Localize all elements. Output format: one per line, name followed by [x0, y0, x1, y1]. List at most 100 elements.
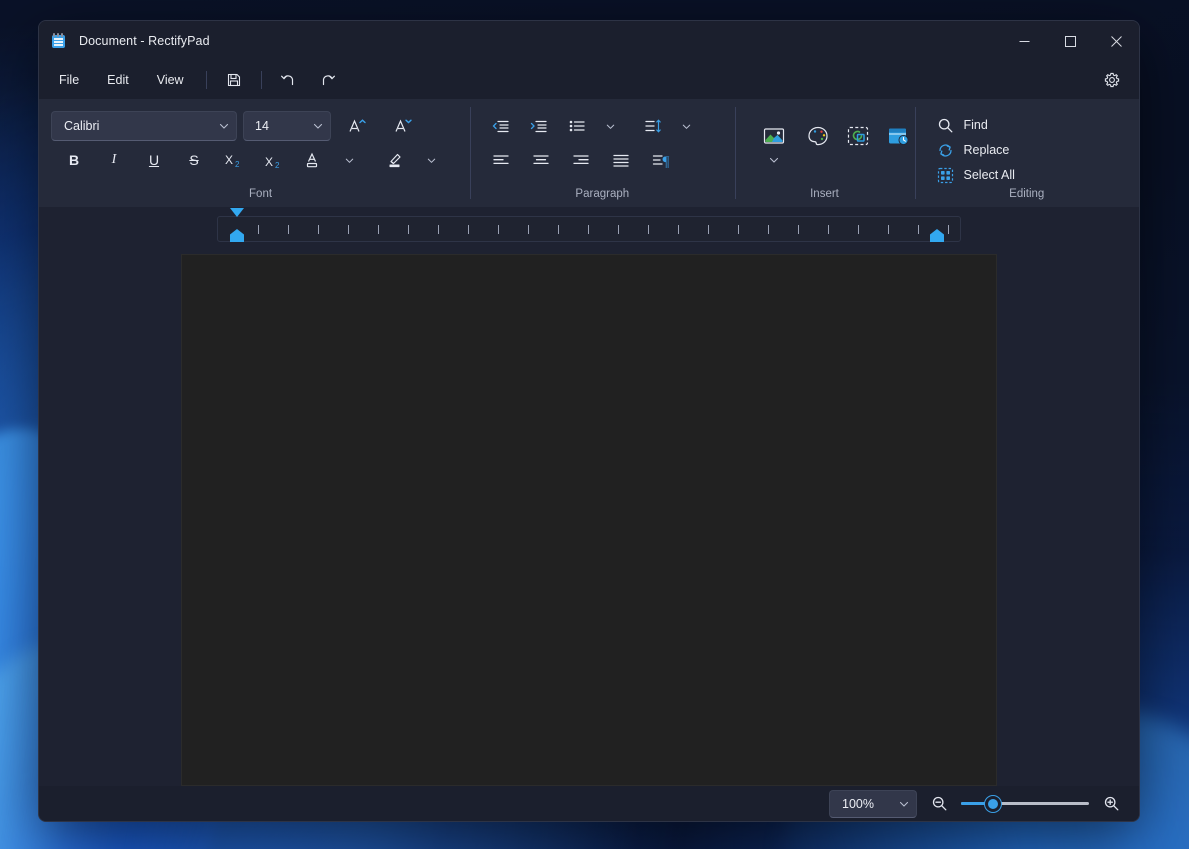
superscript-button[interactable]: X 2: [259, 145, 289, 175]
editing-group-label: Editing: [1009, 188, 1045, 200]
minimize-button[interactable]: [1001, 21, 1047, 61]
settings-button[interactable]: [1096, 66, 1128, 94]
title-bar: Document - RectifyPad: [39, 21, 1139, 61]
ruler-tick: [828, 225, 829, 234]
strikethrough-button[interactable]: S: [179, 145, 209, 175]
underline-button[interactable]: U: [139, 145, 169, 175]
find-button[interactable]: Find: [933, 113, 1140, 137]
insert-group-label: Insert: [810, 188, 839, 200]
ruler-tick: [258, 225, 259, 234]
zoom-controls: 100%: [829, 789, 1123, 818]
bold-button[interactable]: B: [59, 145, 89, 175]
increase-indent-button[interactable]: [524, 111, 554, 141]
notepad-icon: [51, 33, 67, 49]
decrease-indent-button[interactable]: [486, 111, 516, 141]
undo-button[interactable]: [273, 66, 305, 94]
ruler-tick: [438, 225, 439, 234]
bullets-dropdown[interactable]: [600, 111, 620, 141]
ruler-tick: [948, 225, 949, 234]
paragraph-marks-button[interactable]: ¶: [646, 145, 676, 175]
italic-glyph: I: [111, 152, 117, 167]
chevron-down-icon: [898, 798, 910, 810]
svg-text:2: 2: [275, 161, 280, 169]
insert-paint-drawing-button[interactable]: [801, 115, 835, 157]
zoom-level-combo[interactable]: 100%: [829, 789, 917, 818]
zoom-level-value: 100%: [842, 796, 874, 811]
insert-picture-dropdown[interactable]: [768, 154, 780, 166]
ribbon-group-paragraph: ¶ Paragraph: [470, 99, 734, 207]
font-group-label: Font: [249, 188, 273, 200]
grow-font-button[interactable]: [337, 111, 377, 141]
svg-text:X: X: [265, 155, 273, 169]
ruler-tick: [468, 225, 469, 234]
text-highlight-button[interactable]: [381, 145, 411, 175]
zoom-in-button[interactable]: [1099, 792, 1123, 816]
ruler-tick: [408, 225, 409, 234]
app-window: Document - RectifyPad File Edit View Cal…: [38, 20, 1140, 822]
svg-text:2: 2: [235, 160, 240, 169]
insert-picture-button[interactable]: [753, 115, 795, 157]
align-left-button[interactable]: [486, 145, 516, 175]
line-spacing-dropdown[interactable]: [676, 111, 696, 141]
zoom-slider[interactable]: [961, 795, 1089, 813]
menu-separator-2: [260, 71, 262, 89]
ribbon-group-editing: Find Replace Select All Editing: [914, 99, 1140, 207]
select-all-icon: [937, 167, 954, 184]
slider-thumb[interactable]: [985, 795, 1001, 812]
menu-edit[interactable]: Edit: [95, 68, 141, 92]
left-indent-marker[interactable]: [230, 229, 244, 242]
italic-button[interactable]: I: [99, 145, 129, 175]
ruler-tick: [858, 225, 859, 234]
menu-bar: File Edit View: [39, 61, 1139, 99]
right-indent-marker[interactable]: [930, 229, 944, 242]
text-highlight-dropdown[interactable]: [421, 145, 441, 175]
ruler-tick: [798, 225, 799, 234]
bold-glyph: B: [68, 152, 80, 168]
insert-object-button[interactable]: [841, 115, 875, 157]
font-size-combo[interactable]: 14: [243, 111, 331, 141]
maximize-button[interactable]: [1047, 21, 1093, 61]
ruler-tick: [618, 225, 619, 234]
strikethrough-glyph: S: [189, 152, 199, 168]
zoom-out-button[interactable]: [927, 792, 951, 816]
subscript-button[interactable]: X 2: [219, 145, 249, 175]
editor-area: [39, 207, 1139, 786]
ruler[interactable]: [217, 208, 961, 242]
close-button[interactable]: [1093, 21, 1139, 61]
justify-button[interactable]: [606, 145, 636, 175]
shrink-font-button[interactable]: [383, 111, 423, 141]
document-page[interactable]: [181, 254, 997, 786]
ribbon-group-insert: Insert: [734, 99, 915, 207]
font-family-combo[interactable]: Calibri: [51, 111, 237, 141]
svg-text:¶: ¶: [663, 154, 670, 170]
status-bar: 100%: [39, 786, 1139, 821]
search-icon: [937, 117, 954, 134]
chevron-down-icon: [218, 120, 230, 132]
select-all-button[interactable]: Select All: [933, 163, 1140, 187]
ruler-tick: [768, 225, 769, 234]
ruler-tick: [288, 225, 289, 234]
ribbon-toolbar: Calibri 14 B I U S X 2 X 2 Font ¶ Paragr…: [39, 99, 1139, 207]
menu-view[interactable]: View: [145, 68, 196, 92]
ribbon-group-font: Calibri 14 B I U S X 2 X 2 Font: [39, 99, 470, 207]
replace-button[interactable]: Replace: [933, 138, 1140, 162]
underline-glyph: U: [148, 152, 160, 168]
bullets-button[interactable]: [562, 111, 592, 141]
replace-icon: [937, 142, 954, 159]
align-right-button[interactable]: [566, 145, 596, 175]
save-button[interactable]: [218, 66, 250, 94]
font-color-dropdown[interactable]: [339, 145, 359, 175]
line-spacing-button[interactable]: [638, 111, 668, 141]
menu-file[interactable]: File: [47, 68, 91, 92]
ruler-tick: [498, 225, 499, 234]
find-label: Find: [963, 118, 988, 132]
first-line-indent-marker[interactable]: [230, 208, 244, 217]
redo-button[interactable]: [311, 66, 343, 94]
font-color-button[interactable]: [299, 145, 329, 175]
replace-label: Replace: [963, 143, 1010, 157]
ruler-tick: [888, 225, 889, 234]
select-all-label: Select All: [963, 168, 1015, 182]
ruler-tick: [378, 225, 379, 234]
insert-date-time-button[interactable]: [881, 115, 915, 157]
align-center-button[interactable]: [526, 145, 556, 175]
